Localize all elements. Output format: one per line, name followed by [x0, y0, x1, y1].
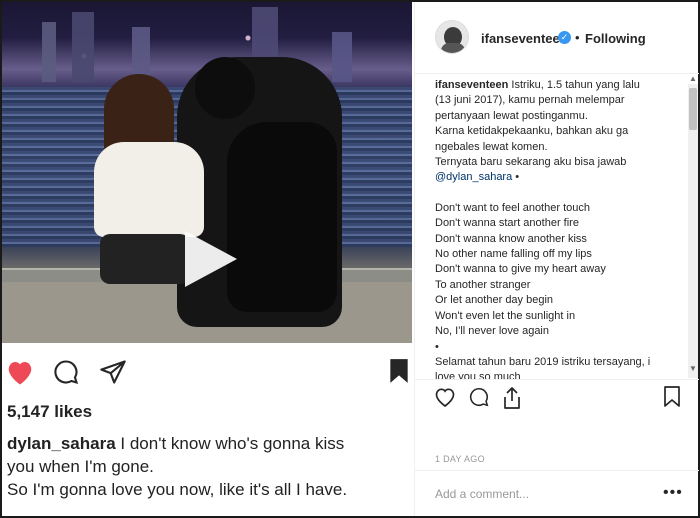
- lyric-line: No, I'll never love again: [435, 325, 549, 338]
- share-icon[interactable]: [98, 358, 128, 391]
- avatar[interactable]: [435, 20, 469, 54]
- lyric-line: Or let another day begin: [435, 294, 554, 307]
- scroll-up-arrow-icon[interactable]: ▲: [689, 74, 697, 83]
- backpack: [227, 122, 337, 312]
- verified-badge-icon: ✓: [558, 31, 571, 44]
- post-time-ago[interactable]: 1 DAY AGO: [435, 454, 485, 464]
- add-comment-bar: •••: [415, 470, 699, 516]
- post-side-panel: ifanseventeen ✓ • Following ifanseventee…: [414, 2, 699, 516]
- woman-legs: [100, 234, 190, 284]
- building: [72, 12, 94, 82]
- woman-figure: [94, 142, 204, 237]
- post-video[interactable]: 5,147 likes dylan_sahara I don't know wh…: [2, 2, 412, 516]
- share-upload-icon[interactable]: [501, 386, 523, 415]
- building: [332, 32, 352, 82]
- comment-line: Ternyata baru sekarang aku bisa jawab: [435, 156, 627, 169]
- scroll-down-arrow-icon[interactable]: ▼: [689, 364, 697, 373]
- bookmark-icon[interactable]: [388, 358, 410, 389]
- caption-text: So I'm gonna love you now, like it's all…: [7, 480, 348, 499]
- video-frame-photo[interactable]: [2, 2, 412, 343]
- lyric-line: Selamat tahun baru 2019 istriku tersayan…: [435, 355, 651, 368]
- bookmark-outline-icon[interactable]: [663, 386, 681, 413]
- speech-bubble-icon[interactable]: [52, 358, 80, 391]
- comment-line: •: [512, 171, 520, 184]
- add-comment-input[interactable]: [435, 487, 645, 501]
- avatar-body: [441, 43, 465, 53]
- following-button[interactable]: Following: [585, 31, 646, 46]
- scrollbar-thumb[interactable]: [689, 88, 697, 130]
- likes-count[interactable]: 5,147 likes: [7, 402, 92, 422]
- comments-scrollbar[interactable]: [688, 84, 698, 378]
- separator-dot: •: [575, 30, 580, 45]
- video-caption: dylan_sahara I don't know who's gonna ki…: [7, 432, 407, 501]
- heart-icon[interactable]: [5, 358, 35, 391]
- lyric-line: Don't wanna to give my heart away: [435, 263, 606, 276]
- comment-line: ngebales lewat komen.: [435, 140, 548, 153]
- header-username[interactable]: ifanseventeen: [481, 31, 568, 46]
- building: [42, 22, 56, 82]
- video-action-bar: [2, 358, 412, 390]
- speech-bubble-icon[interactable]: [467, 386, 491, 413]
- comment-line: pertanyaan lewat postinganmu.: [435, 109, 588, 122]
- lyric-line: love you so much: [435, 371, 521, 379]
- lyric-line: Don't want to feel another touch: [435, 201, 590, 214]
- lyric-line: Won't even let the sunlight in: [435, 309, 576, 322]
- lyric-line: Don't wanna start another fire: [435, 217, 579, 230]
- post-modal: 5,147 likes dylan_sahara I don't know wh…: [2, 2, 699, 516]
- comment-username[interactable]: ifanseventeen: [435, 79, 508, 91]
- more-options-icon[interactable]: •••: [663, 484, 683, 502]
- comments-area[interactable]: ifanseventeen Istriku, 1.5 tahun yang la…: [415, 74, 699, 379]
- comment-line: Karna ketidakpekaanku, bahkan aku ga: [435, 125, 629, 138]
- caption-username[interactable]: dylan_sahara: [7, 434, 116, 453]
- lyric-line: •: [435, 340, 439, 353]
- lyric-line: No other name falling off my lips: [435, 248, 592, 261]
- lyric-line: Don't wanna know another kiss: [435, 232, 587, 245]
- comment-line: Istriku, 1.5 tahun yang lalu: [508, 79, 640, 91]
- caption-text: I don't know who's gonna kiss: [115, 434, 345, 453]
- mention-link[interactable]: @dylan_sahara: [435, 171, 512, 183]
- man-head: [195, 57, 255, 119]
- post-header: ifanseventeen ✓ • Following: [415, 2, 699, 74]
- play-icon[interactable]: [185, 231, 237, 287]
- heart-outline-icon[interactable]: [433, 386, 457, 413]
- caption-text: you when I'm gone.: [7, 457, 154, 476]
- post-action-bar: [415, 379, 699, 417]
- lyric-line: To another stranger: [435, 278, 531, 291]
- post-comment: ifanseventeen Istriku, 1.5 tahun yang la…: [435, 78, 685, 379]
- comment-line: (13 juni 2017), kamu pernah melempar: [435, 94, 625, 107]
